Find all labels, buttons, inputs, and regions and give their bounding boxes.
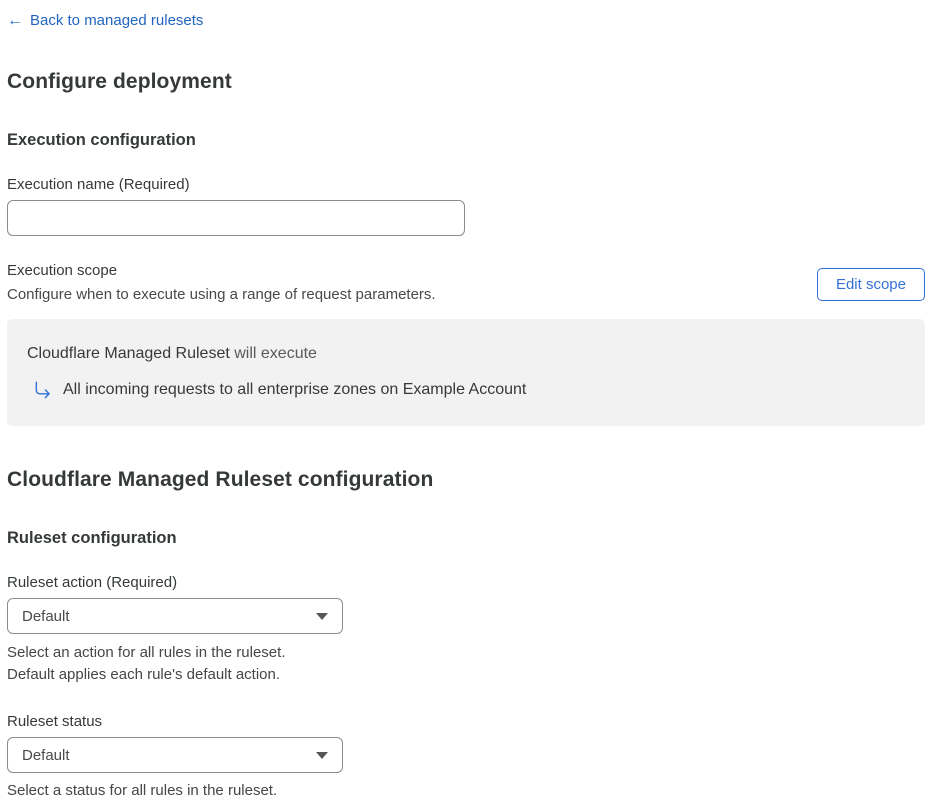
execution-scope-description: Configure when to execute using a range … — [7, 286, 436, 303]
ruleset-action-help: Select an action for all rules in the ru… — [7, 642, 925, 686]
ruleset-status-help: Select a status for all rules in the rul… — [7, 782, 278, 799]
back-link-label: Back to managed rulesets — [30, 12, 204, 29]
caret-down-icon — [316, 612, 328, 620]
breadcrumb: ← Back to managed rulesets — [7, 12, 925, 29]
left-arrow-icon: ← — [7, 11, 23, 29]
ruleset-action-help-line1: Select an action for all rules in the ru… — [7, 644, 286, 661]
ruleset-configuration-heading: Ruleset configuration — [7, 529, 177, 547]
execution-configuration-heading: Execution configuration — [7, 131, 196, 149]
ruleset-status-label: Ruleset status — [7, 713, 103, 730]
scope-ruleset-name: Cloudflare Managed Ruleset — [27, 345, 230, 362]
execution-scope-label: Execution scope — [7, 262, 118, 279]
down-right-arrow-icon — [35, 381, 50, 399]
ruleset-action-select[interactable]: Default — [7, 598, 343, 634]
configure-deployment-page: ← Back to managed rulesets Configure dep… — [0, 0, 931, 802]
ruleset-status-selected-value: Default — [22, 746, 70, 764]
scope-summary-line2: All incoming requests to all enterprise … — [33, 380, 905, 399]
execution-scope-row: Execution scope Configure when to execut… — [7, 262, 925, 303]
scope-summary-panel: Cloudflare Managed Ruleset will execute … — [7, 319, 925, 426]
ruleset-action-selected-value: Default — [22, 607, 70, 625]
execution-scope-text: Execution scope Configure when to execut… — [7, 262, 817, 303]
ruleset-action-help-line2: Default applies each rule's default acti… — [7, 666, 281, 683]
ruleset-status-select[interactable]: Default — [7, 737, 343, 773]
execution-name-input[interactable] — [7, 200, 465, 236]
scope-summary-line1: Cloudflare Managed Ruleset will execute — [27, 345, 905, 363]
ruleset-action-label: Ruleset action (Required) — [7, 574, 178, 591]
page-title: Configure deployment — [7, 70, 232, 93]
ruleset-configuration-title: Cloudflare Managed Ruleset configuration — [7, 468, 434, 491]
edit-scope-button[interactable]: Edit scope — [816, 268, 925, 301]
caret-down-icon — [316, 751, 328, 759]
scope-summary-value: All incoming requests to all enterprise … — [63, 380, 527, 398]
back-to-managed-rulesets-link[interactable]: ← Back to managed rulesets — [7, 12, 203, 29]
execution-name-label: Execution name (Required) — [7, 176, 190, 193]
scope-will-execute: will execute — [229, 345, 317, 362]
